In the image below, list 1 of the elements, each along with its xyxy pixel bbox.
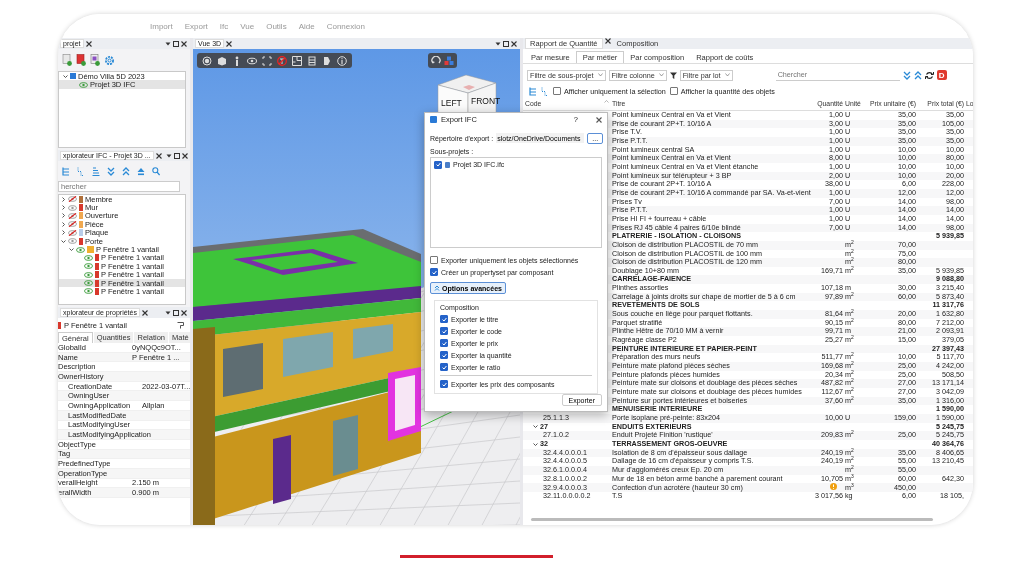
app-badge[interactable]: D (936, 70, 947, 80)
